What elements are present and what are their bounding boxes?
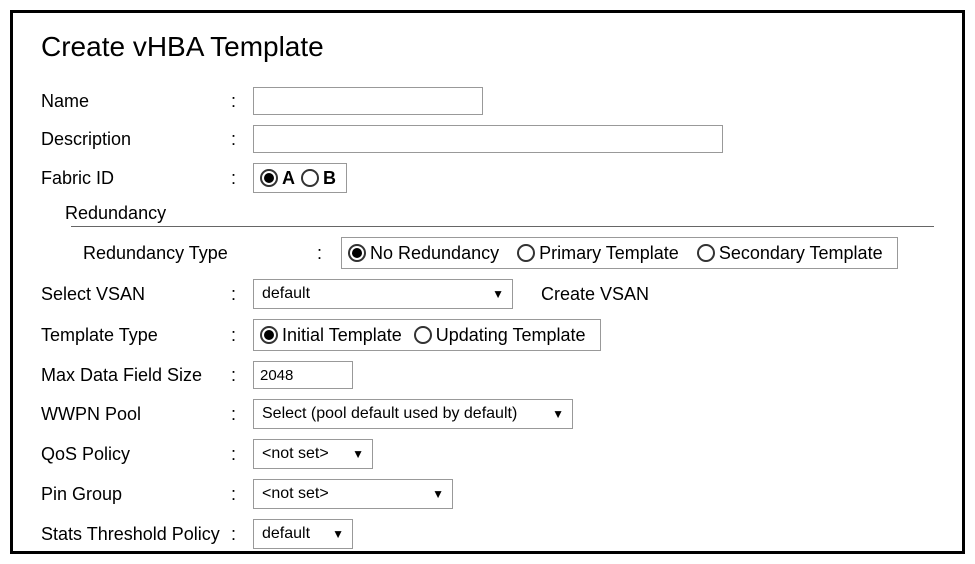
redundancy-secondary-radio[interactable]: Secondary Template: [697, 243, 883, 264]
wwpn-pool-dropdown[interactable]: Select (pool default used by default) ▼: [253, 399, 573, 429]
caret-down-icon: ▼: [332, 527, 344, 541]
redundancy-type-radio-group: No Redundancy Primary Template Secondary…: [341, 237, 898, 269]
redundancy-primary-radio[interactable]: Primary Template: [517, 243, 679, 264]
radio-icon: [301, 169, 319, 187]
radio-icon: [517, 244, 535, 262]
radio-icon: [414, 326, 432, 344]
template-updating-radio[interactable]: Updating Template: [414, 325, 586, 346]
fabric-id-radio-a[interactable]: A: [260, 168, 295, 189]
pin-group-dropdown[interactable]: <not set> ▼: [253, 479, 453, 509]
radio-icon: [260, 169, 278, 187]
name-row: Name :: [41, 87, 934, 115]
description-label: Description: [41, 129, 231, 150]
description-row: Description :: [41, 125, 934, 153]
section-divider: [71, 226, 934, 227]
create-vhba-template-dialog: Create vHBA Template Name : Description …: [10, 10, 965, 554]
redundancy-type-label: Redundancy Type: [41, 243, 317, 264]
name-input[interactable]: [253, 87, 483, 115]
dialog-title: Create vHBA Template: [41, 31, 934, 63]
stats-threshold-policy-row: Stats Threshold Policy : default ▼: [41, 519, 934, 549]
fabric-id-radio-b[interactable]: B: [301, 168, 336, 189]
qos-policy-row: QoS Policy : <not set> ▼: [41, 439, 934, 469]
template-type-row: Template Type : Initial Template Updatin…: [41, 319, 934, 351]
fabric-id-label: Fabric ID: [41, 168, 231, 189]
fabric-id-radio-group: A B: [253, 163, 347, 193]
qos-policy-dropdown[interactable]: <not set> ▼: [253, 439, 373, 469]
max-data-field-size-label: Max Data Field Size: [41, 365, 231, 386]
redundancy-no-radio[interactable]: No Redundancy: [348, 243, 499, 264]
select-vsan-row: Select VSAN : default ▼ Create VSAN: [41, 279, 934, 309]
description-input[interactable]: [253, 125, 723, 153]
wwpn-pool-row: WWPN Pool : Select (pool default used by…: [41, 399, 934, 429]
create-vsan-link[interactable]: Create VSAN: [541, 284, 649, 305]
stats-threshold-policy-dropdown[interactable]: default ▼: [253, 519, 353, 549]
caret-down-icon: ▼: [352, 447, 364, 461]
pin-group-row: Pin Group : <not set> ▼: [41, 479, 934, 509]
template-initial-radio[interactable]: Initial Template: [260, 325, 402, 346]
select-vsan-dropdown[interactable]: default ▼: [253, 279, 513, 309]
caret-down-icon: ▼: [432, 487, 444, 501]
radio-icon: [697, 244, 715, 262]
caret-down-icon: ▼: [492, 287, 504, 301]
max-data-field-size-input[interactable]: [253, 361, 353, 389]
select-vsan-label: Select VSAN: [41, 284, 231, 305]
pin-group-label: Pin Group: [41, 484, 231, 505]
redundancy-section-label: Redundancy: [65, 203, 934, 224]
wwpn-pool-label: WWPN Pool: [41, 404, 231, 425]
qos-policy-label: QoS Policy: [41, 444, 231, 465]
stats-threshold-policy-label: Stats Threshold Policy: [41, 524, 231, 545]
redundancy-type-row: Redundancy Type : No Redundancy Primary …: [41, 237, 934, 269]
name-label: Name: [41, 91, 231, 112]
max-data-field-size-row: Max Data Field Size :: [41, 361, 934, 389]
template-type-radio-group: Initial Template Updating Template: [253, 319, 601, 351]
fabric-id-row: Fabric ID : A B: [41, 163, 934, 193]
caret-down-icon: ▼: [552, 407, 564, 421]
template-type-label: Template Type: [41, 325, 231, 346]
radio-icon: [260, 326, 278, 344]
radio-icon: [348, 244, 366, 262]
